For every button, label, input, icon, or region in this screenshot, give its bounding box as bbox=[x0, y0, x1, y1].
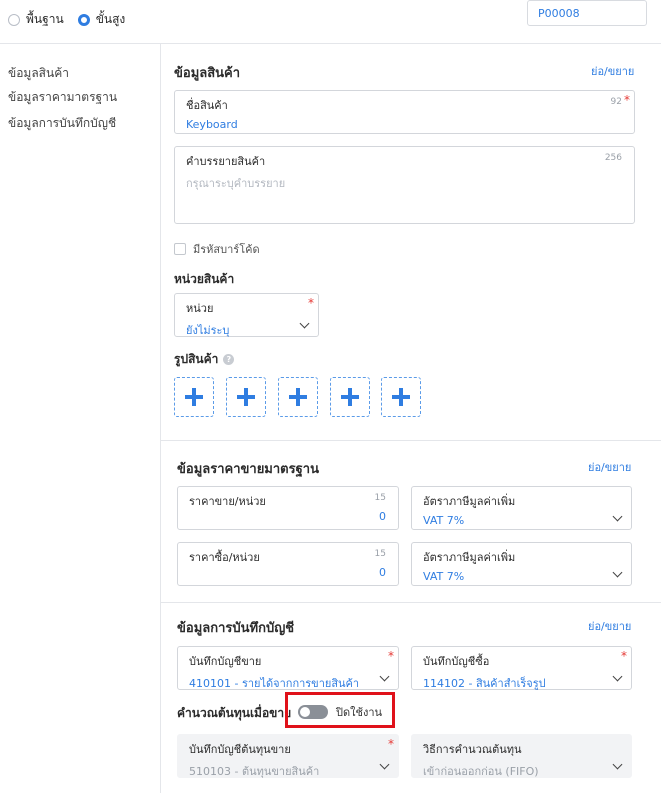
main-content: ข้อมูลสินค้า ย่อ/ขยาย ชื่อสินค้า Keyboar… bbox=[160, 44, 661, 793]
buy-price-counter: 15 bbox=[374, 549, 386, 559]
product-name-field[interactable]: ชื่อสินค้า Keyboard 92 * bbox=[174, 90, 635, 134]
unit-select-label: หน่วย bbox=[186, 302, 214, 315]
sell-vat-label: อัตราภาษีมูลค่าเพิ่ม bbox=[423, 495, 516, 508]
cost-account-select: บันทึกบัญชีต้นทุนขาย 510103 - ต้นทุนขายส… bbox=[177, 734, 399, 778]
plus-icon bbox=[392, 388, 410, 406]
buy-vat-select[interactable]: อัตราภาษีมูลค่าเพิ่ม VAT 7% bbox=[411, 542, 632, 586]
product-name-counter: 92 bbox=[610, 97, 622, 107]
cost-calc-label: คำนวณต้นทุนเมื่อขาย bbox=[177, 706, 292, 720]
unit-section-title: หน่วยสินค้า bbox=[174, 272, 235, 286]
product-description-counter: 256 bbox=[604, 153, 622, 163]
unit-select[interactable]: หน่วย ยังไม่ระบุ * bbox=[174, 293, 319, 337]
purchase-account-value: 114102 - สินค้าสำเร็จรูป bbox=[423, 677, 546, 690]
section-title-account-info: ข้อมูลการบันทึกบัญชี bbox=[177, 621, 295, 636]
purchase-account-select[interactable]: บันทึกบัญชีซื้อ 114102 - สินค้าสำเร็จรูป… bbox=[411, 646, 632, 690]
sidebar: ข้อมูลสินค้า ข้อมูลราคามาตรฐาน ข้อมูลการ… bbox=[0, 44, 160, 793]
radio-basic[interactable]: พื้นฐาน bbox=[8, 10, 64, 29]
section-title-product-info: ข้อมูลสินค้า bbox=[174, 66, 241, 81]
mode-radio-group: พื้นฐาน ขั้นสูง bbox=[8, 10, 125, 29]
cost-method-label: วิธีการคำนวณต้นทุน bbox=[423, 743, 522, 756]
radio-advanced[interactable]: ขั้นสูง bbox=[77, 10, 126, 29]
sidebar-item-product-info[interactable]: ข้อมูลสินค้า bbox=[8, 64, 69, 83]
sell-vat-value: VAT 7% bbox=[423, 514, 465, 527]
collapse-toggle-product-info[interactable]: ย่อ/ขยาย bbox=[591, 62, 634, 80]
product-code-input[interactable]: P00008 bbox=[527, 0, 647, 26]
radio-basic-dot[interactable] bbox=[8, 13, 20, 26]
required-asterisk: * bbox=[624, 93, 630, 107]
product-description-field[interactable]: คำบรรยายสินค้า กรุณาระบุคำบรรยาย 256 bbox=[174, 146, 635, 224]
sales-account-select[interactable]: บันทึกบัญชีขาย 410101 - รายได้จากการขายส… bbox=[177, 646, 399, 690]
buy-price-label: ราคาซื้อ/หน่วย bbox=[189, 551, 260, 564]
cost-account-label: บันทึกบัญชีต้นทุนขาย bbox=[189, 743, 291, 756]
required-asterisk: * bbox=[621, 649, 627, 663]
add-image-button-4[interactable] bbox=[330, 377, 370, 417]
top-bar: พื้นฐาน ขั้นสูง P00008 bbox=[0, 0, 661, 44]
buy-vat-value: VAT 7% bbox=[423, 570, 465, 583]
add-image-button-1[interactable] bbox=[174, 377, 214, 417]
sell-price-value: 0 bbox=[379, 510, 386, 523]
add-image-button-5[interactable] bbox=[381, 377, 421, 417]
required-asterisk: * bbox=[388, 649, 394, 663]
plus-icon bbox=[289, 388, 307, 406]
required-asterisk: * bbox=[388, 737, 394, 751]
buy-vat-label: อัตราภาษีมูลค่าเพิ่ม bbox=[423, 551, 516, 564]
purchase-account-label: บันทึกบัญชีซื้อ bbox=[423, 655, 490, 668]
plus-icon bbox=[237, 388, 255, 406]
product-name-value: Keyboard bbox=[186, 118, 238, 131]
radio-advanced-label: ขั้นสูง bbox=[95, 12, 126, 26]
sell-vat-select[interactable]: อัตราภาษีมูลค่าเพิ่ม VAT 7% bbox=[411, 486, 632, 530]
cost-account-value: 510103 - ต้นทุนขายสินค้า bbox=[189, 765, 320, 778]
collapse-toggle-account-info[interactable]: ย่อ/ขยาย bbox=[588, 617, 631, 635]
radio-basic-label: พื้นฐาน bbox=[26, 12, 64, 26]
help-icon[interactable]: ? bbox=[223, 354, 235, 365]
image-section-label: รูปสินค้า bbox=[174, 352, 219, 366]
sell-price-label: ราคาขาย/หน่วย bbox=[189, 495, 266, 508]
buy-price-value: 0 bbox=[379, 566, 386, 579]
radio-advanced-dot[interactable] bbox=[77, 13, 90, 26]
sales-account-value: 410101 - รายได้จากการขายสินค้า bbox=[189, 677, 360, 690]
section-title-price-info: ข้อมูลราคาขายมาตรฐาน bbox=[177, 462, 319, 477]
product-name-label: ชื่อสินค้า bbox=[186, 99, 228, 112]
sidebar-item-account-info[interactable]: ข้อมูลการบันทึกบัญชี bbox=[8, 114, 116, 133]
cost-method-select: วิธีการคำนวณต้นทุน เข้าก่อนออกก่อน (FIFO… bbox=[411, 734, 632, 778]
plus-icon bbox=[185, 388, 203, 406]
section-divider bbox=[161, 602, 661, 603]
product-description-placeholder: กรุณาระบุคำบรรยาย bbox=[186, 177, 286, 190]
highlight-annotation-box bbox=[285, 692, 395, 728]
section-divider bbox=[161, 440, 661, 441]
sidebar-item-price-info[interactable]: ข้อมูลราคามาตรฐาน bbox=[8, 88, 117, 107]
plus-icon bbox=[341, 388, 359, 406]
barcode-checkbox-label: มีรหัสบาร์โค้ด bbox=[193, 243, 260, 256]
required-asterisk: * bbox=[308, 296, 314, 310]
cost-calc-row: คำนวณต้นทุนเมื่อขาย bbox=[177, 704, 291, 723]
add-image-button-3[interactable] bbox=[278, 377, 318, 417]
sell-price-counter: 15 bbox=[374, 493, 386, 503]
cost-method-value: เข้าก่อนออกก่อน (FIFO) bbox=[423, 765, 539, 778]
sell-price-field[interactable]: ราคาขาย/หน่วย 15 0 bbox=[177, 486, 399, 530]
unit-select-value: ยังไม่ระบุ bbox=[186, 324, 230, 337]
barcode-checkbox[interactable]: มีรหัสบาร์โค้ด bbox=[174, 240, 260, 258]
buy-price-field[interactable]: ราคาซื้อ/หน่วย 15 0 bbox=[177, 542, 399, 586]
barcode-checkbox-box[interactable] bbox=[174, 243, 186, 255]
product-description-label: คำบรรยายสินค้า bbox=[186, 155, 266, 168]
collapse-toggle-price-info[interactable]: ย่อ/ขยาย bbox=[588, 458, 631, 476]
image-section-title: รูปสินค้า? bbox=[174, 350, 235, 369]
sales-account-label: บันทึกบัญชีขาย bbox=[189, 655, 262, 668]
add-image-button-2[interactable] bbox=[226, 377, 266, 417]
